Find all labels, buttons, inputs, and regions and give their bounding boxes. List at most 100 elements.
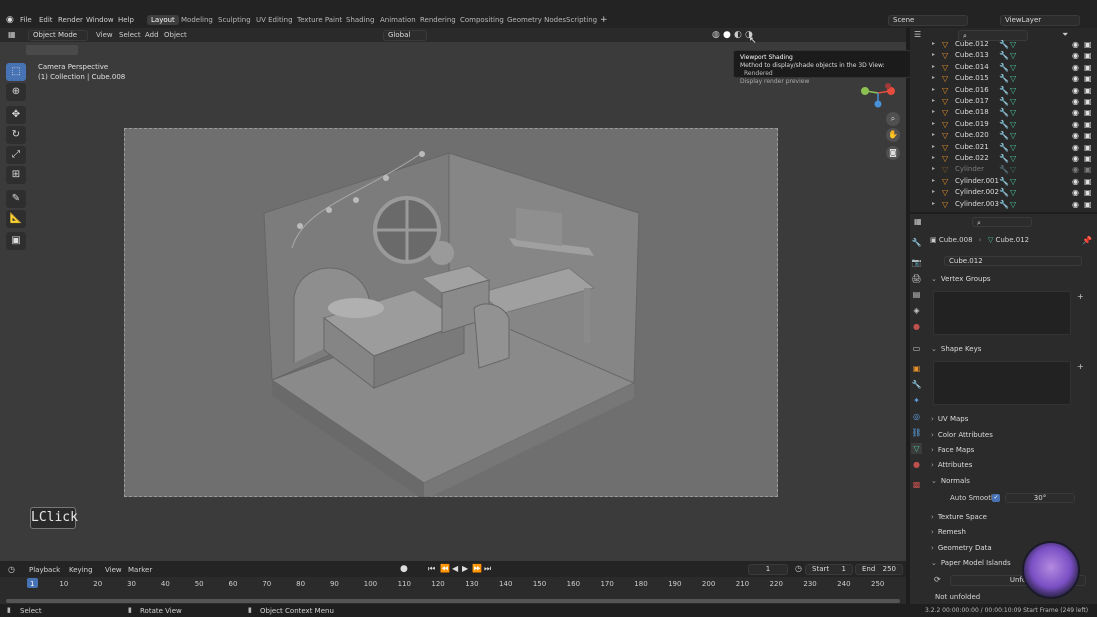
outliner-row[interactable]: ▸ ▽ Cube.018 🔧 ▽ ◉ ▣ [926, 108, 1096, 119]
visibility-eye-icon[interactable]: ◉ [1072, 108, 1079, 117]
menu-file[interactable]: File [20, 16, 32, 24]
render-camera-icon[interactable]: ▣ [1084, 63, 1092, 72]
visibility-eye-icon[interactable]: ◉ [1072, 188, 1079, 197]
section-color-attributes[interactable]: › Color Attributes [931, 431, 1091, 439]
section-texture-space[interactable]: › Texture Space [931, 513, 1091, 521]
section-normals[interactable]: ⌄ Normals [931, 477, 1091, 485]
play-reverse-icon[interactable]: ◀ [452, 564, 458, 573]
clock-icon[interactable]: ◷ [795, 564, 802, 573]
outliner-row[interactable]: ▸ ▽ Cylinder.001 🔧 ▽ ◉ ▣ [926, 177, 1096, 188]
modifier-icon[interactable]: 🔧 [999, 200, 1009, 209]
section-remesh[interactable]: › Remesh [931, 528, 1091, 536]
render-camera-icon[interactable]: ▣ [1084, 200, 1092, 209]
visibility-eye-icon[interactable]: ◉ [1072, 177, 1079, 186]
modifier-icon[interactable]: 🔧 [999, 131, 1009, 140]
mesh-data-icon[interactable]: ▽ [1010, 165, 1016, 174]
select-mode-icons[interactable] [26, 45, 78, 55]
visibility-eye-icon[interactable]: ◉ [1072, 165, 1079, 174]
pan-hand-icon[interactable]: ✋ [886, 128, 900, 142]
expand-icon[interactable]: ▸ [932, 97, 935, 104]
texture-tab-icon[interactable]: ▩ [911, 479, 922, 490]
modifier-icon[interactable]: 🔧 [999, 40, 1009, 49]
prev-keyframe-icon[interactable]: ⏪ [440, 564, 450, 573]
menu-add[interactable]: Add [145, 31, 159, 39]
mesh-data-icon[interactable]: ▽ [1010, 40, 1016, 49]
outliner-row[interactable]: ▸ ▽ Cylinder.003 🔧 ▽ ◉ ▣ [926, 200, 1096, 211]
outliner-row[interactable]: ▸ ▽ Cylinder 🔧 ▽ ◉ ▣ [926, 165, 1096, 176]
solid-shading-icon[interactable]: ● [723, 30, 731, 40]
render-camera-icon[interactable]: ▣ [1084, 188, 1092, 197]
mesh-data-icon[interactable]: ▽ [1010, 108, 1016, 117]
refresh-icon[interactable]: ⟳ [934, 575, 941, 584]
record-icon[interactable]: ● [400, 564, 408, 574]
add-workspace-icon[interactable]: + [600, 15, 608, 25]
modifier-icon[interactable]: 🔧 [999, 177, 1009, 186]
render-tab-icon[interactable]: 📷 [911, 257, 922, 268]
mesh-name-field[interactable]: Cube.012 [944, 256, 1082, 266]
outliner-row[interactable]: ▸ ▽ Cube.013 🔧 ▽ ◉ ▣ [926, 51, 1096, 62]
tab-geometry-nodes[interactable]: Geometry Nodes [507, 16, 566, 24]
tab-sculpting[interactable]: Sculpting [218, 16, 251, 24]
physics-tab-icon[interactable]: ◎ [911, 411, 922, 422]
expand-icon[interactable]: ▸ [932, 120, 935, 127]
particles-tab-icon[interactable]: ✦ [911, 395, 922, 406]
mesh-data-icon[interactable]: ▽ [1010, 86, 1016, 95]
vertex-groups-list[interactable] [933, 291, 1071, 335]
collection-tab-icon[interactable]: ▭ [911, 343, 922, 354]
expand-icon[interactable]: ▸ [932, 165, 935, 172]
world-tab-icon[interactable]: ● [911, 321, 922, 332]
mesh-data-icon[interactable]: ▽ [1010, 200, 1016, 209]
camera-view-icon[interactable]: ◙ [886, 146, 900, 160]
render-camera-icon[interactable]: ▣ [1084, 143, 1092, 152]
menu-render[interactable]: Render [58, 16, 83, 24]
data-tab-icon[interactable]: ▽ [911, 443, 922, 454]
outliner-row[interactable]: ▸ ▽ Cube.020 🔧 ▽ ◉ ▣ [926, 131, 1096, 142]
render-camera-icon[interactable]: ▣ [1084, 154, 1092, 163]
annotate-tool-icon[interactable]: ✎ [6, 190, 26, 208]
section-attributes[interactable]: › Attributes [931, 461, 1091, 469]
modifier-icon[interactable]: 🔧 [999, 120, 1009, 129]
visibility-eye-icon[interactable]: ◉ [1072, 51, 1079, 60]
outliner-row[interactable]: ▸ ▽ Cube.019 🔧 ▽ ◉ ▣ [926, 120, 1096, 131]
outliner-row[interactable]: ▸ ▽ Cube.016 🔧 ▽ ◉ ▣ [926, 86, 1096, 97]
visibility-eye-icon[interactable]: ◉ [1072, 86, 1079, 95]
cursor-tool-icon[interactable]: ⊕ [6, 83, 26, 101]
visibility-eye-icon[interactable]: ◉ [1072, 74, 1079, 83]
render-camera-icon[interactable]: ▣ [1084, 40, 1092, 49]
expand-icon[interactable]: ▸ [932, 188, 935, 195]
zoom-icon[interactable]: ⌕ [886, 112, 900, 126]
move-tool-icon[interactable]: ✥ [6, 106, 26, 124]
menu-help[interactable]: Help [118, 16, 134, 24]
pin-icon[interactable]: 📌 [1082, 236, 1092, 245]
expand-icon[interactable]: ▸ [932, 74, 935, 81]
modifier-icon[interactable]: 🔧 [999, 143, 1009, 152]
expand-icon[interactable]: ▸ [932, 177, 935, 184]
section-vertex-groups[interactable]: ⌄ Vertex Groups [931, 275, 1091, 283]
expand-icon[interactable]: ▸ [932, 63, 935, 70]
expand-icon[interactable]: ▸ [932, 131, 935, 138]
expand-icon[interactable]: ▸ [932, 154, 935, 161]
auto-smooth-angle-field[interactable]: 30° [1005, 493, 1075, 503]
menu-object[interactable]: Object [164, 31, 187, 39]
add-cube-tool-icon[interactable]: ▣ [6, 232, 26, 250]
section-uv-maps[interactable]: › UV Maps [931, 415, 1091, 423]
outliner-row[interactable]: ▸ ▽ Cube.012 🔧 ▽ ◉ ▣ [926, 40, 1096, 51]
visibility-eye-icon[interactable]: ◉ [1072, 40, 1079, 49]
rotate-tool-icon[interactable]: ↻ [6, 126, 26, 144]
wireframe-shading-icon[interactable]: ◍ [712, 30, 720, 40]
mesh-data-icon[interactable]: ▽ [1010, 74, 1016, 83]
add-vertex-group-icon[interactable]: + [1077, 292, 1084, 301]
tab-shading[interactable]: Shading [346, 16, 374, 24]
material-tab-icon[interactable]: ● [911, 459, 922, 470]
visibility-eye-icon[interactable]: ◉ [1072, 143, 1079, 152]
tab-rendering[interactable]: Rendering [420, 16, 456, 24]
visibility-eye-icon[interactable]: ◉ [1072, 120, 1079, 129]
measure-tool-icon[interactable]: 📐 [6, 210, 26, 228]
visibility-eye-icon[interactable]: ◉ [1072, 200, 1079, 209]
properties-editor-icon[interactable]: ▦ [914, 217, 922, 226]
render-camera-icon[interactable]: ▣ [1084, 86, 1092, 95]
shape-keys-list[interactable] [933, 361, 1071, 405]
visibility-eye-icon[interactable]: ◉ [1072, 97, 1079, 106]
visibility-eye-icon[interactable]: ◉ [1072, 131, 1079, 140]
section-face-maps[interactable]: › Face Maps [931, 446, 1091, 454]
